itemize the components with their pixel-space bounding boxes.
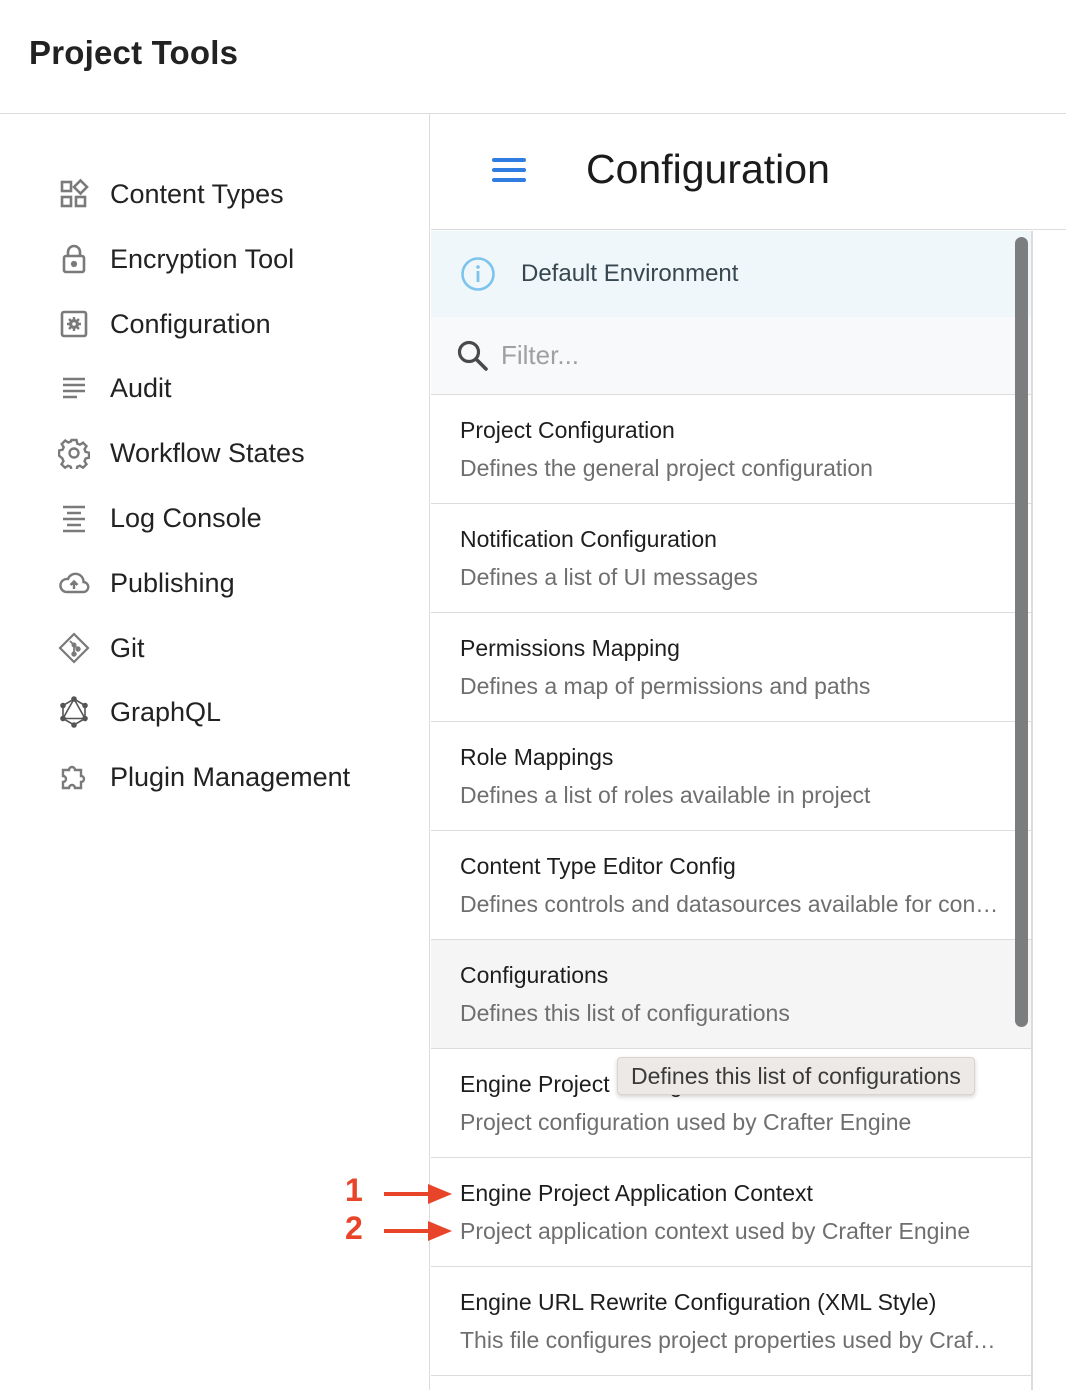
config-list-item-hovered[interactable]: Configurations Defines this list of conf…	[431, 940, 1031, 1049]
config-list-panel: Default Environment Project Configuratio…	[431, 231, 1033, 1390]
item-title: Configurations	[460, 962, 609, 988]
config-list-item[interactable]: Notification Configuration Defines a lis…	[431, 504, 1031, 613]
puzzle-icon	[56, 759, 92, 795]
annotation-number: 2	[345, 1210, 363, 1246]
top-bar: Project Tools	[0, 0, 1066, 114]
main-header: Configuration	[431, 114, 1066, 230]
sidebar-item-label: Plugin Management	[110, 761, 351, 792]
annotation-number: 1	[345, 1172, 363, 1208]
item-title: Role Mappings	[460, 744, 614, 770]
annotation-arrow-icon	[384, 1221, 452, 1241]
sidebar-item-plugin-management[interactable]: Plugin Management	[56, 752, 350, 802]
tooltip: Defines this list of configurations	[617, 1057, 975, 1095]
sidebar-item-log-console[interactable]: Log Console	[56, 493, 262, 543]
app-title: Project Tools	[29, 34, 239, 71]
info-icon	[459, 255, 497, 293]
hamburger-menu-icon	[491, 157, 527, 188]
config-list-item[interactable]: Role Mappings Defines a list of roles av…	[431, 722, 1031, 831]
sidebar-item-label: GraphQL	[110, 696, 222, 727]
align-center-icon	[56, 500, 92, 536]
sidebar-item-configuration[interactable]: Configuration	[56, 299, 271, 349]
item-description: Defines a list of UI messages	[460, 564, 758, 590]
list-lines-icon	[56, 370, 92, 406]
item-description: Project configuration used by Crafter En…	[460, 1109, 912, 1135]
scrollbar-thumb[interactable]	[1015, 237, 1028, 1027]
sidebar-item-git[interactable]: Git	[56, 623, 145, 673]
item-description: Project application context used by Craf…	[460, 1218, 971, 1244]
item-description: This file configures project properties …	[460, 1327, 1000, 1353]
item-title: Content Type Editor Config	[460, 853, 736, 879]
item-description: Defines this list of configurations	[460, 1000, 790, 1026]
hamburger-menu-button[interactable]	[487, 152, 531, 192]
filter-input[interactable]	[501, 340, 981, 371]
config-list: Project Configuration Defines the genera…	[431, 395, 1031, 1376]
sidebar-item-label: Workflow States	[110, 437, 305, 468]
item-title: Project Configuration	[460, 417, 675, 443]
sidebar-item-content-types[interactable]: Content Types	[56, 169, 284, 219]
filter-row	[431, 317, 1031, 395]
item-description: Defines a list of roles available in pro…	[460, 782, 871, 808]
item-title: Notification Configuration	[460, 526, 717, 552]
sidebar-item-workflow-states[interactable]: Workflow States	[56, 428, 305, 478]
item-description: Defines the general project configuratio…	[460, 455, 873, 481]
sidebar-item-label: Publishing	[110, 567, 235, 598]
config-list-item[interactable]: Project Configuration Defines the genera…	[431, 395, 1031, 504]
item-title: Permissions Mapping	[460, 635, 680, 661]
item-description: Defines controls and datasources availab…	[460, 891, 1000, 917]
cloud-upload-icon	[56, 565, 92, 601]
page-title: Configuration	[586, 146, 830, 192]
settings-box-icon	[56, 306, 92, 342]
annotation-arrow-icon	[384, 1184, 452, 1204]
config-list-item[interactable]: Engine URL Rewrite Configuration (XML St…	[431, 1267, 1031, 1376]
sidebar-item-label: Configuration	[110, 308, 271, 339]
sidebar-item-label: Encryption Tool	[110, 243, 295, 274]
environment-label: Default Environment	[521, 260, 739, 287]
lock-icon	[56, 241, 92, 277]
gear-icon	[56, 435, 92, 471]
config-list-item[interactable]: Permissions Mapping Defines a map of per…	[431, 613, 1031, 722]
content-types-icon	[56, 176, 92, 212]
sidebar-item-encryption-tool[interactable]: Encryption Tool	[56, 234, 294, 284]
environment-banner: Default Environment	[431, 231, 1031, 317]
search-icon	[455, 338, 491, 374]
sidebar-item-label: Log Console	[110, 502, 262, 533]
config-list-item[interactable]: Engine Project Application Context Proje…	[431, 1158, 1031, 1267]
sidebar-item-graphql[interactable]: GraphQL	[56, 687, 221, 737]
sidebar: Content Types Encryption Tool Configurat…	[0, 114, 430, 1390]
sidebar-item-audit[interactable]: Audit	[56, 363, 172, 413]
sidebar-item-label: Audit	[110, 372, 172, 403]
git-icon	[56, 630, 92, 666]
config-list-item[interactable]: Content Type Editor Config Defines contr…	[431, 831, 1031, 940]
main-content: Configuration Default Environment Projec…	[431, 114, 1066, 1390]
item-title: Engine Project Application Context	[460, 1180, 813, 1206]
sidebar-item-publishing[interactable]: Publishing	[56, 558, 235, 608]
graphql-icon	[56, 694, 92, 730]
sidebar-item-label: Git	[110, 632, 145, 663]
item-description: Defines a map of permissions and paths	[460, 673, 871, 699]
sidebar-item-label: Content Types	[110, 178, 284, 209]
item-title: Engine URL Rewrite Configuration (XML St…	[460, 1289, 937, 1315]
